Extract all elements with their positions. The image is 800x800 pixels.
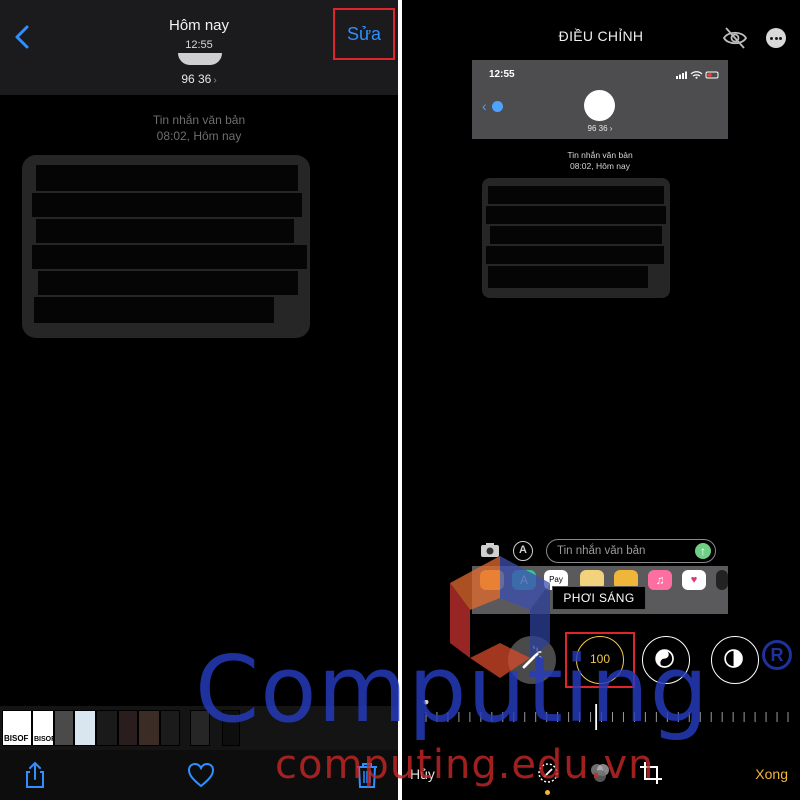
- more-options-icon[interactable]: [766, 28, 786, 48]
- redaction-block: [36, 165, 298, 191]
- photo-viewer-header: Hôm nay 12:55 Sửa 96 36 ›: [0, 0, 398, 95]
- redaction-block: [486, 246, 664, 264]
- preview-contact: 96 36 ›: [587, 124, 613, 133]
- send-icon: ↑: [695, 543, 711, 559]
- preview-input-placeholder: Tin nhắn văn bản: [557, 545, 646, 557]
- digital-touch-app-icon: ♥: [682, 570, 706, 590]
- preview-header: 12:55 ‹ 96 36 ›: [472, 60, 728, 139]
- redaction-block: [34, 297, 274, 323]
- redaction-block: [488, 266, 648, 288]
- unread-badge: [492, 101, 503, 112]
- message-type: Tin nhắn văn bản: [152, 113, 246, 127]
- registered-mark: R: [762, 640, 792, 670]
- preview-message-meta: Tin nhắn văn bản 08:02, Hôm nay: [472, 150, 728, 172]
- redaction-block: [38, 271, 298, 295]
- preview-avatar: [584, 90, 615, 121]
- preview-message-bubble: [482, 178, 670, 298]
- message-bubble: [22, 155, 310, 338]
- message-timestamp: 08:02, Hôm nay: [156, 129, 242, 143]
- status-icons: [676, 71, 719, 79]
- thumbnail[interactable]: [54, 710, 74, 746]
- thumbnail[interactable]: BISOF: [32, 710, 55, 746]
- share-icon[interactable]: [20, 760, 50, 790]
- highlights-button[interactable]: [711, 636, 759, 684]
- status-time: 12:55: [489, 69, 515, 80]
- preview-message-input: Tin nhắn văn bản ↑: [546, 539, 716, 563]
- redaction-block: [488, 186, 664, 204]
- contrast-icon: [724, 649, 743, 668]
- preview-message-type: Tin nhắn văn bản: [567, 150, 633, 160]
- thumbnail[interactable]: BISOF: [2, 710, 32, 746]
- contact-number: 96 36: [181, 72, 212, 86]
- heart-icon[interactable]: [186, 760, 216, 790]
- more-apps-icon: [716, 570, 728, 590]
- thumbnail[interactable]: [138, 710, 160, 746]
- watermark-text: Computing: [195, 636, 710, 743]
- active-tool-indicator: [545, 790, 550, 795]
- redaction-block: [490, 226, 662, 244]
- adjust-mode-label: PHƠI SÁNG: [552, 586, 646, 610]
- preview-message-time: 08:02, Hôm nay: [569, 161, 630, 171]
- edit-button[interactable]: Sửa: [333, 8, 395, 60]
- thumbnail[interactable]: [160, 710, 180, 746]
- contact-name: 96 36 ›: [0, 72, 398, 86]
- contact-avatar: [178, 53, 222, 65]
- thumbnail[interactable]: [74, 710, 96, 746]
- redaction-block: [36, 219, 294, 243]
- preview-back-chevron-icon: ‹: [482, 98, 487, 114]
- watermark-url: computing.edu.vn: [275, 742, 655, 788]
- thumbnail[interactable]: [96, 710, 118, 746]
- redaction-block: [486, 206, 666, 224]
- music-app-icon: ♫: [648, 570, 672, 590]
- redaction-block: [32, 193, 302, 217]
- redaction-block: [32, 245, 307, 269]
- done-button[interactable]: Xong: [755, 766, 788, 782]
- message-meta: Tin nhắn văn bản 08:02, Hôm nay: [0, 112, 398, 144]
- eye-slash-icon[interactable]: [722, 25, 748, 51]
- chevron-right-icon: ›: [213, 75, 217, 86]
- thumbnail[interactable]: [118, 710, 138, 746]
